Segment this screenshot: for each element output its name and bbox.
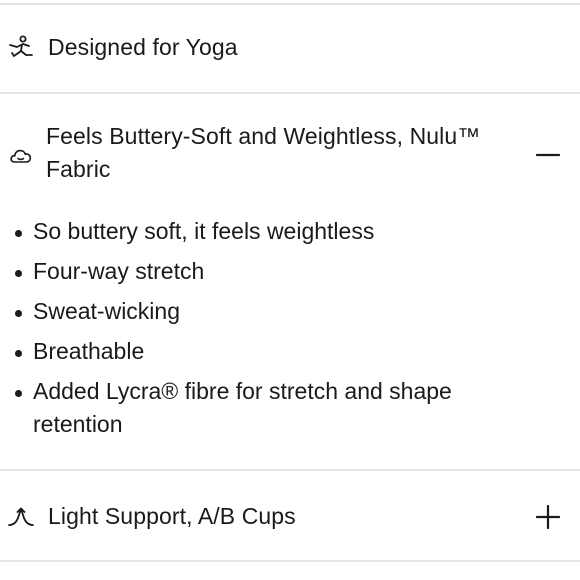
bottom-divider bbox=[0, 560, 580, 562]
section-divider bbox=[0, 469, 580, 471]
feature-label: Designed for Yoga bbox=[48, 34, 238, 60]
list-item: Sweat-wicking bbox=[14, 295, 514, 328]
accordion-title: Feels Buttery-Soft and Weightless, Nulu™… bbox=[46, 123, 481, 182]
feature-bullet-list: So buttery soft, it feels weightless Fou… bbox=[14, 215, 514, 448]
yoga-pose-icon bbox=[6, 33, 36, 63]
list-item: So buttery soft, it feels weightless bbox=[14, 215, 514, 248]
accordion-header-light-support[interactable]: Light Support, A/B Cups bbox=[0, 497, 580, 537]
section-divider bbox=[0, 92, 580, 94]
expand-plus-icon[interactable] bbox=[534, 503, 562, 531]
list-item: Breathable bbox=[14, 335, 514, 368]
light-support-icon bbox=[6, 502, 36, 532]
collapse-minus-icon[interactable] bbox=[534, 141, 562, 169]
accordion-header-nulu-fabric[interactable]: Feels Buttery-Soft and Weightless, Nulu™… bbox=[0, 120, 580, 192]
cloud-icon bbox=[6, 141, 36, 171]
feature-row-designed-for-yoga: Designed for Yoga bbox=[0, 28, 580, 68]
top-divider bbox=[0, 3, 580, 5]
accordion-title: Light Support, A/B Cups bbox=[48, 503, 296, 529]
list-item: Added Lycra® fibre for stretch and shape… bbox=[14, 375, 514, 441]
list-item: Four-way stretch bbox=[14, 255, 514, 288]
